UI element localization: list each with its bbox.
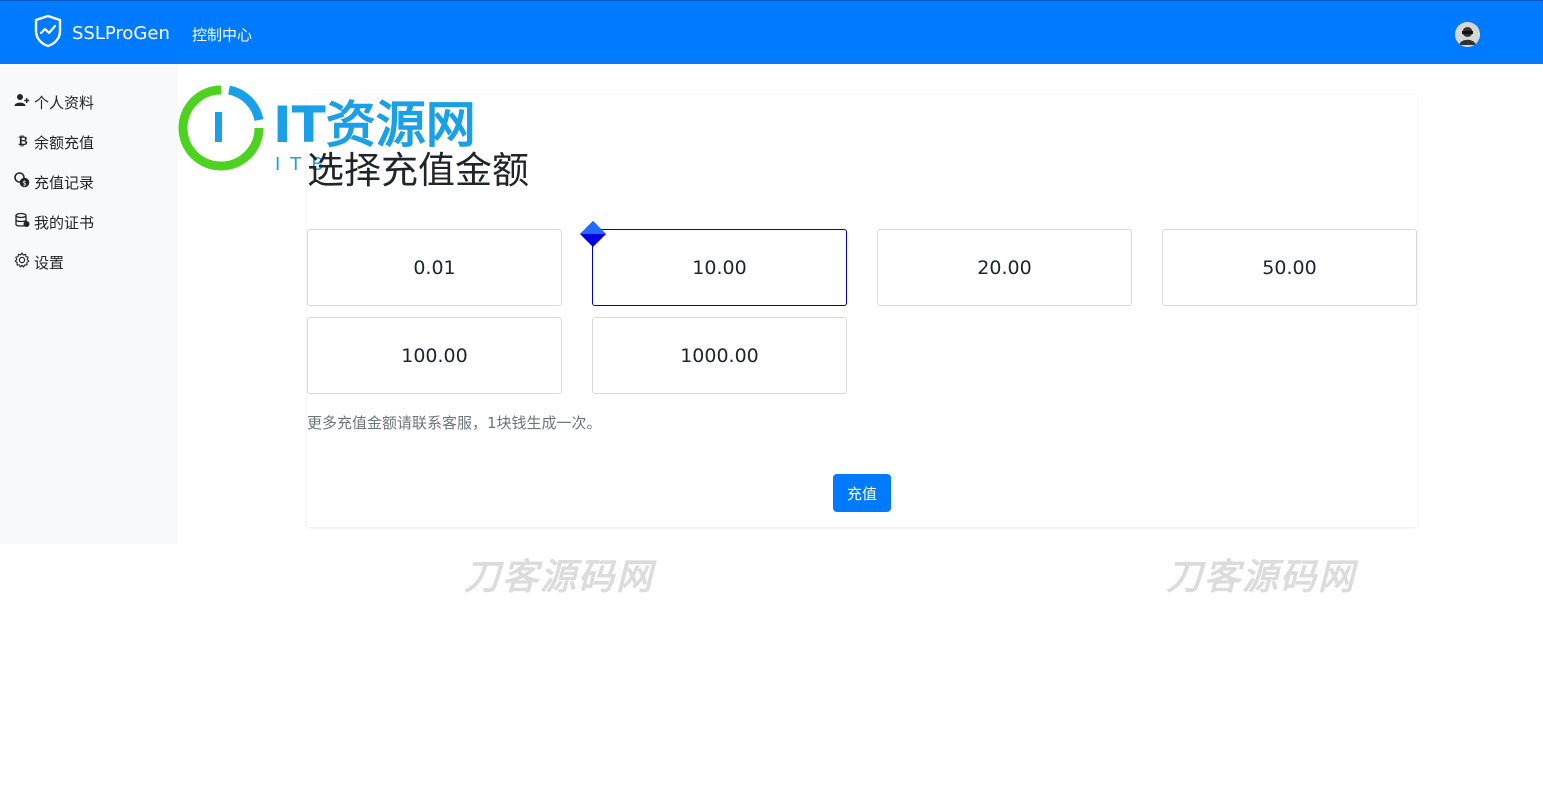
user-plus-icon — [14, 93, 30, 111]
sidebar: 个人资料 ₿ 余额充值 $ 充值记录 我的证书 设置 — [0, 64, 178, 544]
svg-text:₿: ₿ — [18, 134, 28, 147]
top-navbar: SSLProGen 控制中心 — [0, 0, 1543, 64]
sidebar-item-certificates[interactable]: 我的证书 — [14, 211, 94, 233]
amount-option[interactable]: 0.01 — [307, 229, 562, 306]
gear-icon — [14, 252, 30, 272]
shield-logo-icon — [33, 14, 63, 52]
user-avatar[interactable] — [1455, 22, 1480, 47]
selected-diamond-icon — [580, 221, 606, 247]
watermark-text-right: 刀客源码网 — [1166, 557, 1357, 598]
sidebar-item-label: 余额充值 — [34, 133, 95, 152]
amount-option[interactable]: 1000.00 — [592, 317, 847, 394]
sidebar-item-profile[interactable]: 个人资料 — [14, 91, 94, 113]
database-icon — [14, 212, 30, 232]
recharge-note: 更多充值金额请联系客服，1块钱生成一次。 — [307, 414, 602, 432]
watermark-text-left: 刀客源码网 — [464, 557, 655, 598]
sidebar-item-label: 设置 — [34, 253, 65, 272]
brand[interactable]: SSLProGen — [33, 14, 170, 52]
amount-option[interactable]: 100.00 — [307, 317, 562, 394]
amount-option[interactable]: 50.00 — [1162, 229, 1417, 306]
sidebar-item-label: 个人资料 — [34, 93, 95, 112]
sidebar-item-history[interactable]: $ 充值记录 — [14, 171, 94, 193]
nav-dashboard-link[interactable]: 控制中心 — [192, 24, 252, 45]
svg-text:$: $ — [22, 180, 26, 188]
sidebar-item-recharge[interactable]: ₿ 余额充值 — [14, 131, 94, 153]
recharge-submit-button[interactable]: 充值 — [833, 474, 891, 512]
amount-option-selected[interactable]: 10.00 — [592, 229, 847, 306]
sidebar-item-label: 充值记录 — [34, 173, 95, 192]
page-title: 选择充值金额 — [307, 149, 529, 192]
coins-icon: $ — [14, 172, 30, 192]
brand-name: SSLProGen — [72, 22, 170, 44]
sidebar-item-label: 我的证书 — [34, 213, 95, 232]
bitcoin-icon: ₿ — [14, 133, 30, 151]
sidebar-item-settings[interactable]: 设置 — [14, 251, 64, 273]
amount-option[interactable]: 20.00 — [877, 229, 1132, 306]
